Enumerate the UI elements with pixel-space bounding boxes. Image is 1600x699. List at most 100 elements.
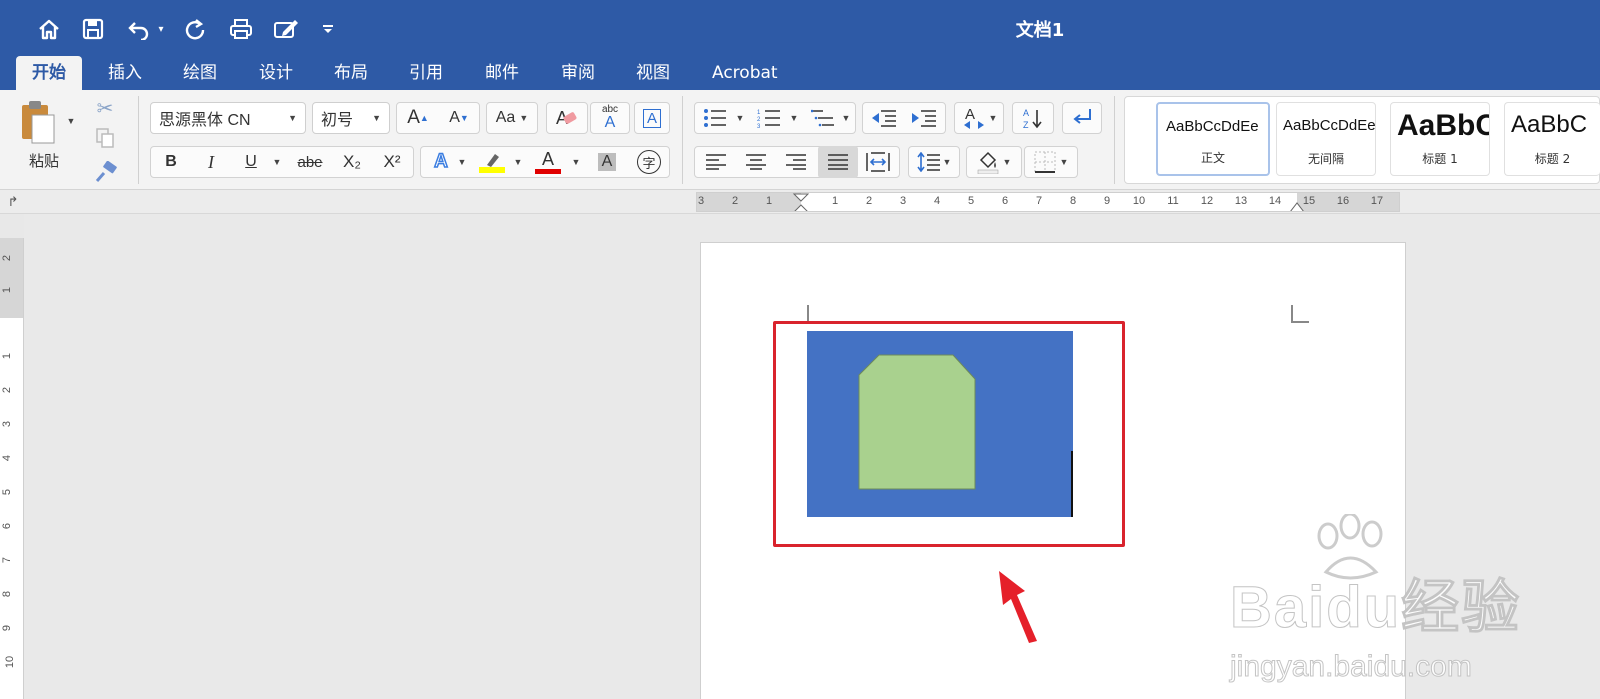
- right-indent-marker-icon[interactable]: [1287, 201, 1307, 212]
- undo-icon[interactable]: [124, 12, 154, 46]
- enclose-char-button[interactable]: 字: [632, 148, 666, 176]
- sort-button[interactable]: AZ: [1012, 102, 1054, 134]
- paste-dropdown-icon[interactable]: ▼: [64, 114, 78, 128]
- multilevel-dropdown-icon[interactable]: ▼: [840, 108, 852, 128]
- ruler-number: 1: [765, 195, 773, 207]
- ribbon-tabs: 开始 插入 绘图 设计 布局 引用 邮件 审阅 视图 Acrobat: [0, 56, 1600, 90]
- bold-button[interactable]: B: [154, 148, 188, 176]
- ruler-number: 3: [1, 420, 14, 428]
- svg-text:A: A: [1023, 108, 1029, 118]
- home-icon[interactable]: [34, 12, 64, 46]
- increase-indent-icon[interactable]: [906, 104, 942, 132]
- tab-insert[interactable]: 插入: [108, 56, 142, 90]
- tab-acrobat[interactable]: Acrobat: [712, 56, 778, 90]
- strikethrough-button[interactable]: abe: [288, 148, 332, 176]
- phonetic-guide-button[interactable]: abc A: [590, 102, 630, 134]
- vertical-ruler[interactable]: 2 1 1 2 3 4 5 6 7 8 9 10: [0, 238, 24, 699]
- document-title: 文档1: [1015, 20, 1065, 41]
- font-name-select[interactable]: 思源黑体 CN ▼: [150, 102, 306, 134]
- style-name: 标题 1: [1422, 152, 1458, 166]
- svg-text:1: 1: [757, 110, 761, 116]
- indent-marker-icon[interactable]: [791, 193, 811, 212]
- ruler-number: 8: [1, 590, 14, 598]
- font-name-value: 思源黑体 CN: [159, 112, 251, 129]
- tab-references[interactable]: 引用: [409, 56, 443, 90]
- ruler-number: 17: [1370, 195, 1384, 207]
- cut-icon[interactable]: ✂: [92, 96, 118, 120]
- text-effect-dropdown-icon[interactable]: ▼: [456, 152, 468, 172]
- sort-chinese-button[interactable]: A ▼: [954, 102, 1004, 134]
- tab-view[interactable]: 视图: [636, 56, 670, 90]
- redo-icon[interactable]: [180, 12, 210, 46]
- italic-button[interactable]: I: [194, 148, 228, 176]
- tab-design[interactable]: 设计: [259, 56, 293, 90]
- copy-icon[interactable]: [92, 126, 118, 150]
- ruler-number: 10: [1132, 195, 1146, 207]
- save-icon[interactable]: [78, 12, 108, 46]
- font-color-button[interactable]: A: [530, 148, 566, 176]
- shrink-font-button[interactable]: A ▼: [440, 104, 478, 132]
- svg-text:3: 3: [757, 124, 761, 128]
- tab-home[interactable]: 开始: [16, 56, 82, 90]
- ruler-number: 3: [899, 195, 907, 207]
- bullets-icon[interactable]: [698, 104, 732, 132]
- bullets-dropdown-icon[interactable]: ▼: [734, 108, 746, 128]
- format-painter-icon[interactable]: [92, 160, 120, 184]
- borders-button[interactable]: ▼: [1024, 146, 1078, 178]
- align-right-icon[interactable]: [778, 148, 814, 176]
- customize-toolbar-icon[interactable]: [318, 12, 338, 46]
- shading-button[interactable]: ▼: [966, 146, 1022, 178]
- char-border-button[interactable]: A: [634, 102, 670, 134]
- highlight-button[interactable]: [474, 148, 510, 176]
- align-center-icon[interactable]: [738, 148, 774, 176]
- text-effect-button[interactable]: A: [426, 148, 456, 176]
- underline-button[interactable]: U: [234, 148, 268, 176]
- ruler-number: 11: [1167, 195, 1179, 207]
- grow-font-button[interactable]: A ▲: [398, 104, 438, 132]
- paste-label[interactable]: 粘贴: [24, 150, 64, 170]
- ruler-number: 8: [1069, 195, 1077, 207]
- font-color-dropdown-icon[interactable]: ▼: [570, 152, 582, 172]
- align-left-icon[interactable]: [698, 148, 734, 176]
- style-normal[interactable]: AaBbCcDdEe 正文: [1156, 102, 1270, 176]
- tab-review[interactable]: 审阅: [561, 56, 595, 90]
- numbering-icon[interactable]: 123: [752, 104, 786, 132]
- multilevel-list-icon[interactable]: [806, 104, 840, 132]
- ruler-number: 13: [1234, 195, 1248, 207]
- subscript-button[interactable]: X₂: [334, 148, 370, 176]
- style-heading-2[interactable]: AaBbC 标题 2: [1504, 102, 1600, 176]
- ruler-number: 12: [1200, 195, 1214, 207]
- style-no-spacing[interactable]: AaBbCcDdEe 无间隔: [1276, 102, 1376, 176]
- distribute-icon[interactable]: [860, 148, 896, 176]
- undo-dropdown-icon[interactable]: ▾: [154, 12, 168, 46]
- tab-draw[interactable]: 绘图: [183, 56, 217, 90]
- numbering-dropdown-icon[interactable]: ▼: [788, 108, 800, 128]
- char-shading-button[interactable]: A: [590, 148, 624, 176]
- paw-logo-icon: [1317, 514, 1383, 580]
- show-marks-button[interactable]: [1062, 102, 1102, 134]
- superscript-button[interactable]: X²: [374, 148, 410, 176]
- print-icon[interactable]: [226, 12, 256, 46]
- tab-mailings[interactable]: 邮件: [485, 56, 519, 90]
- ruler-number: 6: [1, 522, 14, 530]
- edit-icon[interactable]: [270, 12, 302, 46]
- style-name: 标题 2: [1534, 152, 1571, 166]
- margin-mark: [1291, 305, 1309, 323]
- ruler-number: 7: [1035, 195, 1043, 207]
- ruler-number: 9: [1, 624, 14, 632]
- horizontal-ruler[interactable]: 3 2 1 1 2 3 4 5 6 7 8 9 10 11 12 13 14 1…: [696, 192, 1400, 212]
- ruler-number: 5: [1, 488, 14, 496]
- clear-format-button[interactable]: A: [546, 102, 588, 134]
- change-case-button[interactable]: Aa ▼: [486, 102, 538, 134]
- paste-icon[interactable]: [18, 98, 58, 146]
- underline-dropdown-icon[interactable]: ▼: [270, 152, 284, 172]
- tab-stop-icon[interactable]: ↱: [4, 192, 22, 212]
- highlight-dropdown-icon[interactable]: ▼: [512, 152, 524, 172]
- decrease-indent-icon[interactable]: [866, 104, 902, 132]
- style-heading-1[interactable]: AaBbC 标题 1: [1390, 102, 1490, 176]
- font-size-select[interactable]: 初号 ▼: [312, 102, 390, 134]
- line-spacing-button[interactable]: ▼: [908, 146, 960, 178]
- ruler-number: 5: [967, 195, 975, 207]
- justify-icon[interactable]: [818, 146, 858, 178]
- tab-layout[interactable]: 布局: [334, 56, 368, 90]
